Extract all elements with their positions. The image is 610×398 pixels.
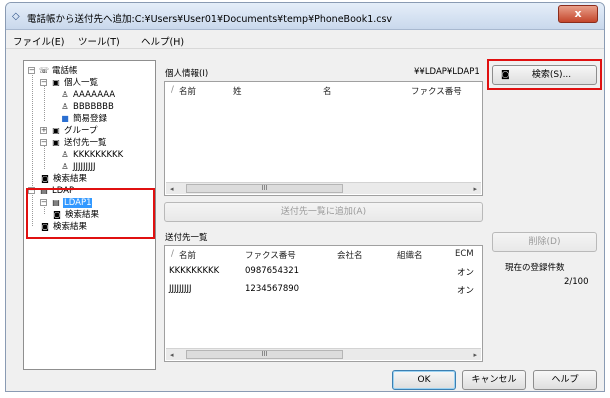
person-icon: ♙ [61, 90, 69, 99]
cancel-button[interactable]: キャンセル [462, 370, 526, 390]
highlight-ldap-box [26, 188, 155, 239]
person-folder-icon: ▣ [52, 78, 60, 87]
col-dest-fax[interactable]: ファクス番号 [245, 249, 296, 261]
scroll-right-icon[interactable]: ▸ [473, 185, 477, 193]
col-fax[interactable]: ファクス番号 [411, 85, 462, 97]
tree-node-search-result[interactable]: ◙ 検索結果 [40, 173, 88, 184]
col-firstname[interactable]: 名 [323, 85, 332, 97]
person-icon: ♙ [61, 162, 69, 171]
help-button[interactable]: ヘルプ [533, 370, 597, 390]
scroll-thumb[interactable]: III [186, 184, 343, 193]
col-dest-ecm[interactable]: ECM [455, 249, 474, 259]
title-bar[interactable]: ◇ 電話帳から送付先へ追加:C:¥Users¥User01¥Documents¥… [6, 3, 604, 30]
destinations-label: 送付先一覧 [165, 233, 208, 243]
scroll-left-icon[interactable]: ◂ [170, 351, 174, 359]
person-icon: ♙ [61, 150, 69, 159]
ok-button[interactable]: OK [392, 370, 456, 390]
ldap-path: ¥¥LDAP¥LDAP1 [414, 67, 480, 77]
tree-node-destinations[interactable]: − ▣ 送付先一覧 [40, 137, 108, 148]
close-button[interactable]: x [558, 5, 598, 23]
app-icon: ◇ [12, 11, 20, 22]
tree-node-simple-register[interactable]: ■ 簡易登録 [60, 113, 108, 124]
destinations-list[interactable]: / 名前 ファクス番号 会社名 組織名 ECM KKKKKKKKK 098765… [164, 245, 483, 362]
phonebook-icon: ☏ [39, 66, 50, 75]
col-lastname[interactable]: 姓 [233, 85, 242, 97]
scroll-left-icon[interactable]: ◂ [170, 185, 174, 193]
tree-node-personal-list[interactable]: − ▣ 個人一覧 [40, 77, 99, 88]
tree-node-entry-b[interactable]: ♙ BBBBBBB [60, 101, 115, 112]
destination-folder-icon: ▣ [52, 138, 60, 147]
tree-node-entry-a[interactable]: ♙ AAAAAAA [60, 89, 116, 100]
group-icon: ▣ [52, 126, 60, 135]
registered-count-label: 現在の登録件数 [505, 263, 565, 273]
scroll-thumb[interactable]: III [186, 350, 343, 359]
col-name[interactable]: 名前 [179, 85, 196, 97]
add-to-destinations-button[interactable]: 送付先一覧に追加(A) [164, 202, 483, 222]
scroll-right-icon[interactable]: ▸ [473, 351, 477, 359]
horizontal-scrollbar[interactable]: ◂ III ▸ [166, 348, 481, 360]
dialog-window: ◇ 電話帳から送付先へ追加:C:¥Users¥User01¥Documents¥… [5, 2, 605, 392]
folder-icon: ■ [61, 114, 69, 123]
person-icon: ♙ [61, 102, 69, 111]
binoculars-icon: ◙ [41, 174, 49, 183]
menu-file[interactable]: ファイル(E) [13, 34, 64, 48]
personal-info-label: 個人情報(I) [165, 69, 209, 79]
menu-tools[interactable]: ツール(T) [78, 34, 120, 48]
col-dest-org[interactable]: 組織名 [397, 249, 423, 261]
col-dest-name[interactable]: 名前 [179, 249, 196, 261]
menu-help[interactable]: ヘルプ(H) [141, 34, 184, 48]
tree-node-dest-k[interactable]: ♙ KKKKKKKKK [60, 149, 124, 160]
registered-count-value: 2/100 [564, 277, 589, 287]
horizontal-scrollbar[interactable]: ◂ III ▸ [166, 182, 481, 194]
tree-node-group[interactable]: + ▣ グループ [40, 125, 99, 136]
tree-node-dest-j[interactable]: ♙ JJJJJJJJJ [60, 161, 97, 172]
col-dest-company[interactable]: 会社名 [337, 249, 363, 261]
delete-button[interactable]: 削除(D) [492, 232, 597, 252]
tree-node-phonebook[interactable]: − ☏ 電話帳 [28, 65, 79, 76]
highlight-search-box [487, 59, 602, 90]
menu-bar: ファイル(E) ツール(T) ヘルプ(H) [6, 30, 604, 49]
window-title: 電話帳から送付先へ追加:C:¥Users¥User01¥Documents¥te… [27, 14, 393, 25]
personal-info-list[interactable]: / 名前 姓 名 ファクス番号 ◂ III ▸ [164, 81, 483, 196]
